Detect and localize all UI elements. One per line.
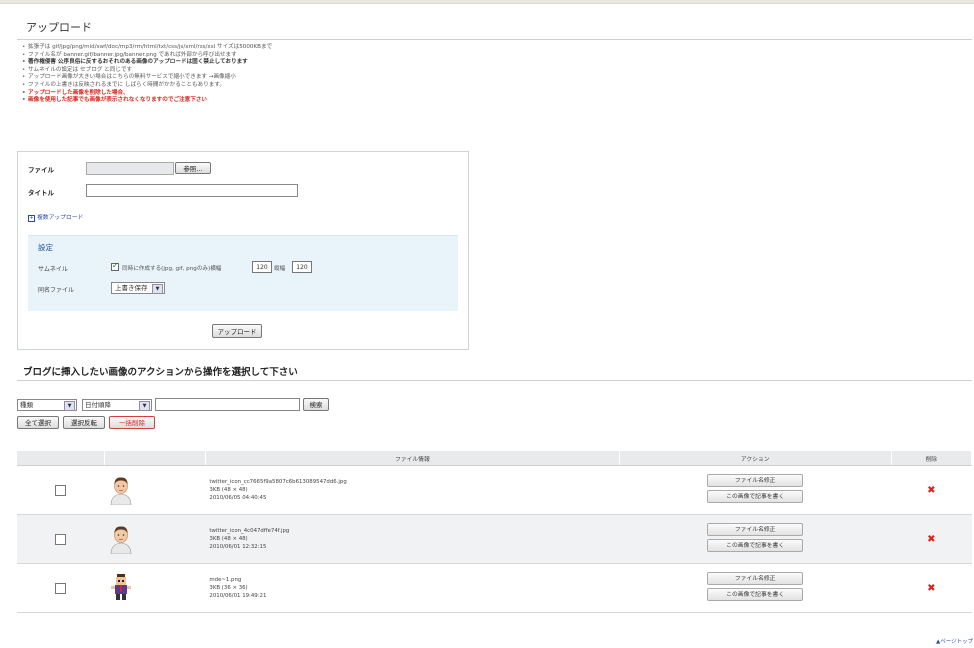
top-border [0,0,974,4]
multi-upload-label: 複数アップロード [37,215,84,221]
note-resize-service: アップロード画像が大きい場合はこちらの無料サービスで縮小できます →画像縮小 [22,74,582,82]
table-row: twitter_icon_cc7665f9a5807c6b613089547dd… [17,465,972,515]
same-name-select[interactable]: 上書き保存 ▼ [111,282,165,294]
upload-heading-bar: アップロード [17,11,972,40]
pixel-character-icon[interactable] [105,571,137,603]
delete-icon[interactable]: ✖ [891,465,972,515]
same-name-value: 上書き保存 [115,284,148,292]
title-label: タイトル [28,189,54,197]
rename-file-button[interactable]: ファイル名修正 [707,474,804,487]
settings-title: 設定 [38,243,53,252]
row-checkbox[interactable] [55,533,67,545]
thumb-height-input[interactable]: 120 [292,261,312,273]
col-header-delete: 削除 [891,451,973,466]
write-post-button[interactable]: この画像で記事を書く [707,588,804,601]
file-label: ファイル [28,166,54,174]
chevron-down-icon: ▼ [139,401,150,411]
file-path-field[interactable] [86,162,174,175]
delete-icon[interactable]: ✖ [891,563,972,613]
thumbnail-checkbox[interactable] [111,261,119,271]
thumb-width-input[interactable]: 120 [252,261,272,273]
table-row: mde~1.png 3KB (36 × 36) 2010/06/01 19:49… [17,563,972,613]
avatar-man-icon[interactable] [104,473,137,506]
col-header-action: アクション [619,451,892,466]
file-table: ファイル情報 アクション 削除 twitter_icon_cc7665f9a58… [17,451,973,613]
select-all-button[interactable]: 全て選択 [17,416,59,429]
invert-selection-button[interactable]: 選択反転 [63,416,105,429]
upload-form: ファイル 参照... タイトル +複数アップロード 設定 サムネイル 同時に作成… [17,151,469,350]
date-sort-select[interactable]: 日付順降 ▼ [82,399,152,411]
page-top-link[interactable]: ▲ページトップ [936,637,973,645]
file-name: twitter_icon_cc7665f9a5807c6b613089547dd… [209,479,347,485]
section-heading-bar: ブログに挿入したい画像のアクションから操作を選択して下さい [17,360,972,381]
thumbnail-label: サムネイル [38,266,68,273]
page-top-label: ページトップ [940,639,974,645]
thumb-height-label: 縦幅 [274,266,286,272]
delete-icon[interactable]: ✖ [891,514,972,564]
file-size: 3KB (48 × 48) [209,487,248,493]
chevron-down-icon: ▼ [152,284,163,294]
bulk-delete-button[interactable]: 一括削除 [109,416,155,429]
col-header-check [17,451,106,466]
browse-button[interactable]: 参照... [175,162,211,174]
page-title: アップロード [26,21,92,34]
chevron-down-icon: ▼ [64,401,75,411]
thumbnail-text: 同時に作成する(jpg, gif, pngのみ)横幅 [122,266,222,272]
file-date: 2010/06/01 19:49:21 [209,593,267,599]
file-date: 2010/06/05 04:40:45 [209,495,267,501]
upload-button[interactable]: アップロード [212,324,262,338]
row-checkbox[interactable] [55,484,67,496]
same-name-label: 同名ファイル [38,287,75,294]
upload-notes-list: 拡張子は gif/jpg/png/mid/swf/doc/mp3/rm/html… [22,44,582,105]
avatar-man-icon[interactable] [105,522,137,555]
file-name: mde~1.png [209,577,242,583]
search-input[interactable] [155,398,300,411]
table-header-row: ファイル情報 アクション 削除 [17,451,973,466]
file-date: 2010/06/01 12:32:15 [209,544,267,550]
file-size: 3KB (48 × 48) [209,536,248,542]
file-name: twitter_icon_4c047dffe74f.jpg [209,528,290,534]
col-header-thumb [104,451,206,466]
plus-icon: + [28,215,35,222]
row-checkbox[interactable] [55,582,67,594]
write-post-button[interactable]: この画像で記事を書く [707,490,804,503]
rename-file-button[interactable]: ファイル名修正 [707,572,804,585]
type-select[interactable]: 種類 ▼ [17,399,77,411]
note-copyright: 著作権侵害 公序良俗に反するおそれのある画像のアップロードは固く禁止しております [22,59,582,67]
settings-panel: 設定 サムネイル 同時に作成する(jpg, gif, pngのみ)横幅 120 … [28,235,458,311]
table-row: twitter_icon_4c047dffe74f.jpg 3KB (48 × … [17,514,972,564]
rename-file-button[interactable]: ファイル名修正 [707,523,804,536]
section-title: ブログに挿入したい画像のアクションから操作を選択して下さい [23,367,298,378]
type-select-value: 種類 [20,401,33,409]
multi-upload-link[interactable]: + 複数アップロード [28,212,83,222]
col-header-file-info: ファイル情報 [205,451,620,466]
note-extensions: 拡張子は gif/jpg/png/mid/swf/doc/mp3/rm/html… [22,44,582,52]
date-sort-value: 日付順降 [85,401,111,409]
file-size: 3KB (36 × 36) [209,585,248,591]
search-button[interactable]: 検索 [303,398,329,411]
title-input[interactable] [86,184,298,197]
note-delete-warning-2: 画像を使用した記事でも画像が表示されなくなりますのでご注意下さい [22,97,582,105]
note-overwrite: ファイルの上書きは反映されるまでに しばらく時間がかかることもあります。 [22,82,582,90]
write-post-button[interactable]: この画像で記事を書く [707,539,804,552]
